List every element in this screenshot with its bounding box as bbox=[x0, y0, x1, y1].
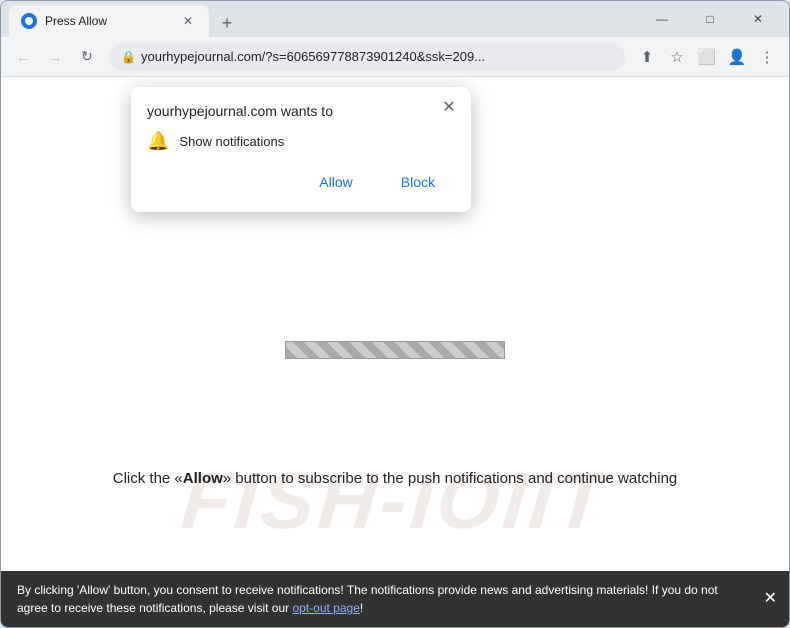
watermark-label: FISH-IOIIT bbox=[178, 455, 613, 547]
notification-popup: ✕ yourhypejournal.com wants to 🔔 Show no… bbox=[131, 87, 471, 212]
lock-icon: 🔒 bbox=[121, 50, 135, 64]
main-text-post: » button to subscribe to the push notifi… bbox=[223, 470, 677, 487]
maximize-button[interactable]: □ bbox=[687, 1, 733, 37]
popup-buttons: Allow Block bbox=[147, 168, 455, 196]
banner-close-button[interactable]: ✕ bbox=[764, 587, 777, 611]
popup-header: yourhypejournal.com wants to bbox=[147, 103, 455, 119]
back-button[interactable]: ← bbox=[9, 43, 37, 71]
title-bar: Press Allow ✕ + — □ ✕ bbox=[1, 1, 789, 37]
banner-text-pre: By clicking 'Allow' button, you consent … bbox=[17, 583, 718, 615]
popup-permission: 🔔 Show notifications bbox=[147, 131, 455, 152]
url-bar[interactable]: 🔒 yourhypejournal.com/?s=606569778873901… bbox=[109, 43, 625, 71]
opt-out-link[interactable]: opt-out page bbox=[292, 601, 359, 615]
menu-button[interactable]: ⋮ bbox=[753, 43, 781, 71]
watermark-text-area: FISH-IOIIT bbox=[1, 455, 789, 547]
browser-window: Press Allow ✕ + — □ ✕ ← → ↻ 🔒 yourhypejo… bbox=[0, 0, 790, 628]
allow-button[interactable]: Allow bbox=[299, 168, 372, 196]
window-controls: — □ ✕ bbox=[639, 1, 781, 37]
permission-text: Show notifications bbox=[179, 134, 284, 149]
tab-close-button[interactable]: ✕ bbox=[179, 12, 197, 30]
tab-favicon-icon bbox=[21, 13, 37, 29]
minimize-button[interactable]: — bbox=[639, 1, 685, 37]
popup-close-button[interactable]: ✕ bbox=[439, 97, 459, 117]
bell-icon: 🔔 bbox=[147, 131, 169, 152]
tab-area: Press Allow ✕ + bbox=[9, 1, 639, 37]
reload-button[interactable]: ↻ bbox=[73, 43, 101, 71]
new-tab-button[interactable]: + bbox=[213, 9, 241, 37]
bottom-consent-banner: By clicking 'Allow' button, you consent … bbox=[1, 571, 789, 627]
bookmark-button[interactable]: ☆ bbox=[663, 43, 691, 71]
side-panel-button[interactable]: ⬜ bbox=[693, 43, 721, 71]
profile-button[interactable]: 👤 bbox=[723, 43, 751, 71]
close-button[interactable]: ✕ bbox=[735, 1, 781, 37]
forward-button[interactable]: → bbox=[41, 43, 69, 71]
toolbar-actions: ⬆ ☆ ⬜ 👤 ⋮ bbox=[633, 43, 781, 71]
page-content: ✕ yourhypejournal.com wants to 🔔 Show no… bbox=[1, 77, 789, 627]
banner-text-post: ! bbox=[360, 601, 363, 615]
share-button[interactable]: ⬆ bbox=[633, 43, 661, 71]
active-tab[interactable]: Press Allow ✕ bbox=[9, 5, 209, 37]
main-text-bold: Allow bbox=[183, 470, 223, 487]
progress-bar-container bbox=[285, 341, 505, 359]
progress-bar bbox=[285, 341, 505, 359]
url-text: yourhypejournal.com/?s=60656977887390124… bbox=[141, 49, 613, 64]
tab-title: Press Allow bbox=[45, 14, 171, 28]
main-text-pre: Click the « bbox=[113, 470, 183, 487]
main-instruction-text: Click the «Allow» button to subscribe to… bbox=[1, 470, 789, 487]
address-bar: ← → ↻ 🔒 yourhypejournal.com/?s=606569778… bbox=[1, 37, 789, 77]
block-button[interactable]: Block bbox=[381, 168, 455, 196]
